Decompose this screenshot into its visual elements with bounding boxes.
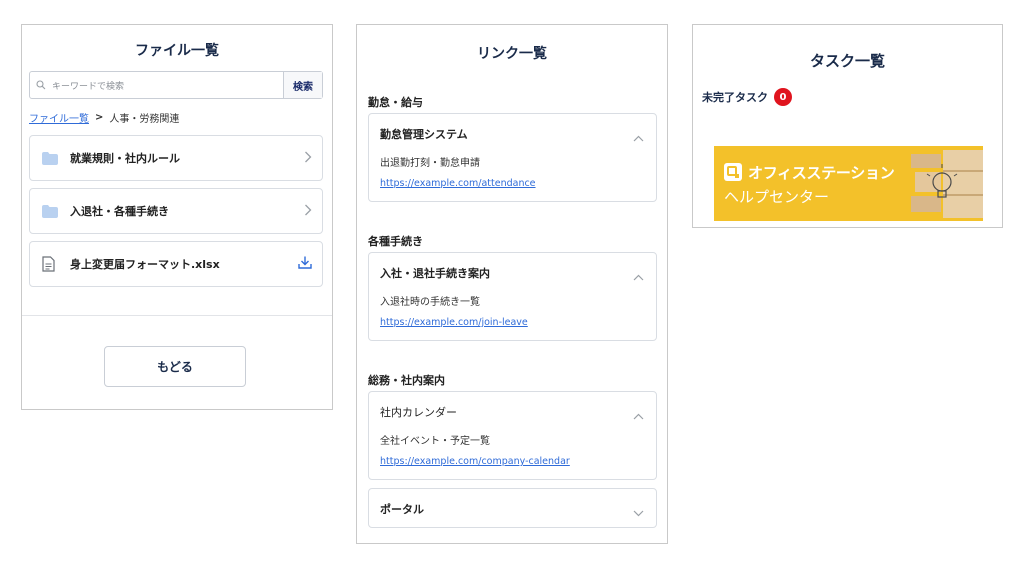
- folder-icon: [42, 151, 60, 165]
- link-card-url[interactable]: https://example.com/join-leave: [380, 317, 528, 328]
- breadcrumb-separator: >: [95, 112, 104, 123]
- breadcrumb-root-link[interactable]: ファイル一覧: [29, 110, 89, 125]
- lightbulb-blocks-image: [909, 146, 983, 221]
- file-list-title: ファイル一覧: [135, 43, 219, 59]
- breadcrumb-current: 人事・労務関連: [109, 114, 180, 125]
- file-search: キーワードで検索 検索: [29, 71, 323, 99]
- search-icon: [36, 80, 46, 90]
- chevron-up-icon[interactable]: [633, 405, 644, 424]
- section-heading: 勤怠・給与: [368, 96, 423, 109]
- divider: [22, 315, 332, 316]
- folder-label: 就業規則・社内ルール: [70, 152, 180, 165]
- incomplete-tasks[interactable]: 未完了タスク 0: [702, 88, 792, 106]
- chevron-right-icon: [304, 151, 312, 166]
- document-icon: [42, 256, 60, 272]
- chevron-down-icon[interactable]: [633, 502, 644, 521]
- search-button[interactable]: 検索: [283, 72, 322, 98]
- task-list-panel: タスク一覧 未完了タスク 0 オフィスステーション ヘルプセンター: [692, 24, 1003, 228]
- folder-item[interactable]: 入退社・各種手続き: [29, 188, 323, 234]
- link-card-description: 入退社時の手続き一覧: [380, 297, 480, 308]
- section-heading: 各種手続き: [368, 235, 423, 248]
- file-list-panel: ファイル一覧 キーワードで検索 検索 ファイル一覧 > 人事・労務関連 就業規則…: [21, 24, 333, 410]
- link-card-description: 出退勤打刻・勤怠申請: [380, 158, 480, 169]
- office-station-logo-icon: [724, 163, 742, 181]
- search-placeholder: キーワードで検索: [52, 81, 125, 92]
- link-card-title[interactable]: 勤怠管理システム: [380, 126, 468, 142]
- link-card-url[interactable]: https://example.com/attendance: [380, 178, 536, 189]
- task-list-title: タスク一覧: [809, 52, 885, 70]
- link-card-description: 全社イベント・予定一覧: [380, 436, 490, 447]
- download-icon[interactable]: [298, 256, 312, 272]
- incomplete-count-badge: 0: [774, 88, 792, 106]
- link-card-url[interactable]: https://example.com/company-calendar: [380, 456, 570, 467]
- folder-item[interactable]: 就業規則・社内ルール: [29, 135, 323, 181]
- link-card-title[interactable]: 社内カレンダー: [380, 404, 457, 420]
- search-input[interactable]: キーワードで検索: [30, 72, 283, 98]
- chevron-up-icon[interactable]: [633, 266, 644, 285]
- link-card: 勤怠管理システム 出退勤打刻・勤怠申請 https://example.com/…: [368, 113, 657, 202]
- link-card: 社内カレンダー 全社イベント・予定一覧 https://example.com/…: [368, 391, 657, 480]
- link-list-panel: リンク一覧 勤怠・給与 勤怠管理システム 出退勤打刻・勤怠申請 https://…: [356, 24, 668, 544]
- incomplete-tasks-label: 未完了タスク: [702, 91, 768, 104]
- folder-label: 入退社・各種手続き: [70, 205, 169, 218]
- chevron-right-icon: [304, 204, 312, 219]
- link-card: 入社・退社手続き案内 入退社時の手続き一覧 https://example.co…: [368, 252, 657, 341]
- folder-icon: [42, 204, 60, 218]
- banner-brand: オフィスステーション: [748, 164, 895, 182]
- breadcrumb: ファイル一覧 > 人事・労務関連: [29, 110, 179, 125]
- file-label: 身上変更届フォーマット.xlsx: [70, 258, 220, 271]
- chevron-up-icon[interactable]: [633, 127, 644, 146]
- link-card-title[interactable]: 入社・退社手続き案内: [380, 265, 490, 281]
- file-item[interactable]: 身上変更届フォーマット.xlsx: [29, 241, 323, 287]
- banner-subtitle: ヘルプセンター: [724, 188, 830, 206]
- back-button[interactable]: もどる: [104, 346, 246, 387]
- section-heading: 総務・社内案内: [368, 374, 445, 387]
- help-center-banner[interactable]: オフィスステーション ヘルプセンター: [714, 146, 983, 221]
- link-list-title: リンク一覧: [477, 46, 547, 62]
- link-card-title[interactable]: ポータル: [380, 501, 424, 517]
- link-card-collapsed[interactable]: ポータル: [368, 488, 657, 528]
